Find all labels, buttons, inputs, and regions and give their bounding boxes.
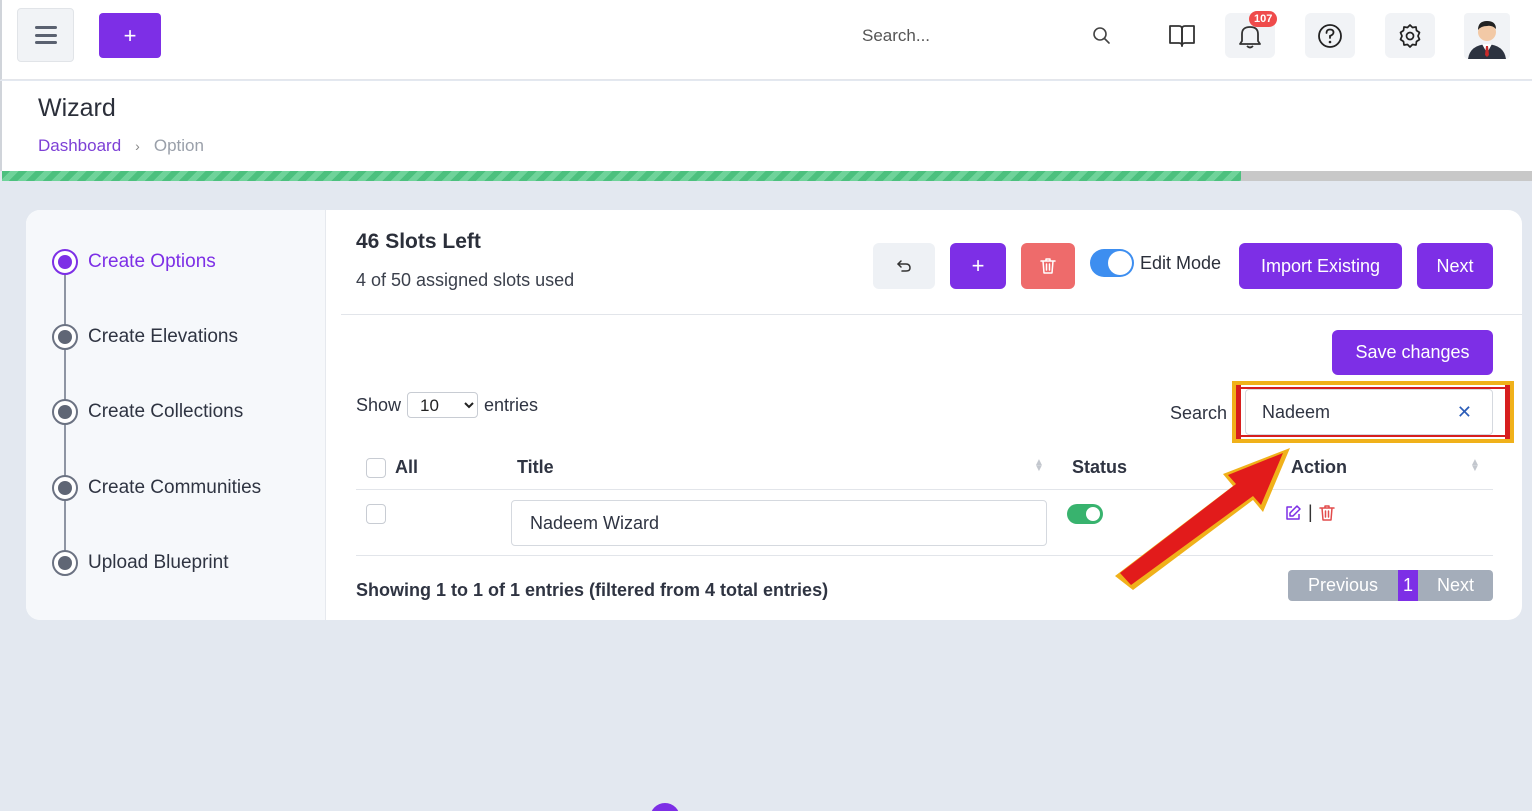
step-indicator-icon	[52, 249, 78, 275]
edit-mode-toggle[interactable]	[1090, 249, 1134, 277]
step-create-options[interactable]: Create Options	[52, 249, 216, 275]
previous-page-button[interactable]: Previous	[1288, 570, 1398, 601]
search-icon[interactable]	[1092, 26, 1112, 46]
docs-button[interactable]	[1157, 13, 1207, 58]
page-title: Wizard	[38, 94, 116, 122]
step-indicator-icon	[52, 550, 78, 576]
page-size-control: Show 10 entries	[356, 392, 538, 418]
top-bar: + 107	[0, 0, 1532, 80]
wizard-steps: Create Options Create Elevations Create …	[26, 210, 326, 620]
table-info: Showing 1 to 1 of 1 entries (filtered fr…	[356, 580, 829, 600]
column-header-title[interactable]: Title	[517, 446, 554, 489]
chevron-right-icon: ›	[135, 138, 140, 154]
breadcrumb-dashboard[interactable]: Dashboard	[38, 136, 121, 156]
page-header: Wizard Dashboard › Option	[0, 81, 1532, 171]
table-search-label: Search	[1170, 403, 1228, 423]
delete-selected-button[interactable]	[1021, 243, 1075, 289]
question-circle-icon	[1318, 23, 1342, 48]
slots-used-text: 4 of 50 assigned slots used	[356, 270, 575, 290]
step-create-communities[interactable]: Create Communities	[52, 475, 261, 501]
select-all-header: All	[366, 446, 418, 489]
menu-button[interactable]	[17, 8, 74, 62]
column-header-action[interactable]: Action	[1291, 446, 1347, 489]
current-page-button[interactable]: 1	[1398, 570, 1418, 601]
step-create-collections[interactable]: Create Collections	[52, 399, 243, 425]
plus-icon: +	[123, 22, 137, 48]
add-row-button[interactable]: +	[950, 243, 1006, 289]
wizard-main: 46 Slots Left 4 of 50 assigned slots use…	[341, 210, 1522, 620]
step-indicator-icon	[52, 324, 78, 350]
floating-action-button[interactable]	[650, 803, 680, 811]
step-label: Create Elevations	[88, 326, 238, 347]
step-indicator-icon	[52, 399, 78, 425]
step-label: Upload Blueprint	[88, 552, 229, 573]
select-all-checkbox[interactable]	[366, 457, 386, 478]
row-divider	[356, 555, 1493, 556]
quick-add-button[interactable]: +	[99, 13, 161, 58]
trash-icon[interactable]	[1318, 504, 1335, 522]
page-size-select[interactable]: 10	[407, 392, 479, 418]
step-label: Create Collections	[88, 401, 244, 422]
show-label: Show	[356, 394, 402, 415]
hamburger-icon	[34, 26, 57, 44]
entries-label: entries	[484, 394, 539, 415]
edit-mode-control: Edit Mode	[1090, 249, 1221, 277]
annotation-arrow	[1115, 448, 1290, 590]
column-header-all: All	[395, 457, 419, 477]
sort-icon[interactable]: ▲ ▼	[1034, 458, 1044, 474]
notifications-button[interactable]: 107	[1225, 11, 1278, 58]
sort-icon[interactable]: ▲ ▼	[1470, 458, 1480, 474]
import-existing-button[interactable]: Import Existing	[1239, 243, 1402, 289]
row-title-input[interactable]: Nadeem Wizard	[511, 500, 1047, 546]
next-page-button[interactable]: Next	[1418, 570, 1493, 601]
undo-button[interactable]	[873, 243, 935, 289]
user-avatar[interactable]	[1464, 13, 1510, 59]
undo-icon	[897, 260, 911, 272]
settings-button[interactable]	[1385, 13, 1435, 58]
step-upload-blueprint[interactable]: Upload Blueprint	[52, 550, 228, 576]
global-search-input[interactable]	[850, 26, 1070, 46]
divider	[341, 314, 1522, 315]
notification-badge: 107	[1249, 11, 1278, 27]
slots-left-title: 46 Slots Left	[356, 230, 481, 253]
save-changes-button[interactable]: Save changes	[1332, 330, 1493, 375]
action-separator: |	[1308, 502, 1313, 522]
step-label: Create Communities	[88, 477, 262, 498]
breadcrumb: Dashboard › Option	[38, 136, 204, 156]
row-title-value: Nadeem Wizard	[530, 512, 660, 533]
wizard-progress-bar	[2, 171, 1532, 181]
next-step-button[interactable]: Next	[1417, 243, 1493, 289]
help-button[interactable]	[1305, 13, 1355, 58]
step-label: Create Options	[88, 251, 216, 272]
highlight-box	[1232, 381, 1514, 443]
breadcrumb-current: Option	[153, 136, 204, 155]
header-divider	[356, 489, 1493, 490]
wizard-progress-fill	[2, 171, 1242, 181]
edit-mode-label: Edit Mode	[1140, 252, 1222, 273]
trash-icon	[1040, 258, 1056, 274]
book-icon	[1169, 24, 1195, 47]
plus-icon: +	[971, 253, 985, 278]
row-checkbox[interactable]	[366, 504, 386, 524]
pagination: Previous 1 Next	[1288, 570, 1493, 601]
global-search	[850, 18, 1122, 54]
user-avatar-icon	[1468, 21, 1506, 59]
gear-icon	[1399, 23, 1421, 48]
step-indicator-icon	[52, 475, 78, 501]
step-create-elevations[interactable]: Create Elevations	[52, 324, 238, 350]
